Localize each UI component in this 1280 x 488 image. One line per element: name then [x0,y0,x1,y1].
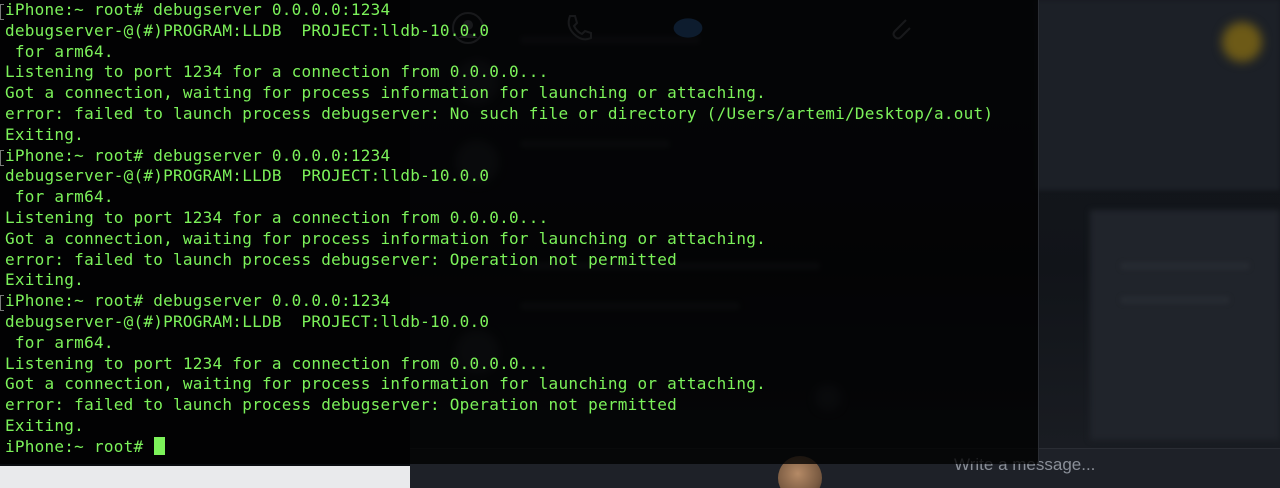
terminal-line: debugserver-@(#)PROGRAM:LLDB PROJECT:lld… [5,20,490,40]
terminal-line: Listening to port 1234 for a connection … [5,207,549,227]
terminal-line: iPhone:~ root# debugserver 0.0.0.0:1234 [5,0,391,19]
desktop-background [0,466,410,488]
terminal-line: Listening to port 1234 for a connection … [5,62,549,82]
terminal-line: debugserver-@(#)PROGRAM:LLDB PROJECT:lld… [5,311,490,331]
terminal-line: for arm64. [5,187,114,207]
terminal-line: for arm64. [5,41,114,61]
mark-bracket-icon [0,150,4,166]
terminal-line: Got a connection, waiting for process in… [5,374,766,394]
terminal-cursor [154,436,166,455]
background-panel [1090,210,1280,440]
terminal-prompt-line[interactable]: iPhone:~ root# [5,436,993,458]
mark-bracket-icon [0,295,4,311]
terminal-line: Exiting. [5,415,85,435]
terminal-line: Listening to port 1234 for a connection … [5,353,549,373]
terminal-line: Got a connection, waiting for process in… [5,228,766,248]
terminal-line: iPhone:~ root# debugserver 0.0.0.0:1234 [5,291,391,311]
terminal-line: for arm64. [5,332,114,352]
terminal-line: error: failed to launch process debugser… [5,249,678,269]
terminal-line: iPhone:~ root# debugserver 0.0.0.0:1234 [5,145,391,165]
background-text-line [1120,296,1230,304]
mark-bracket-icon [0,4,4,20]
terminal-line: Exiting. [5,270,85,290]
background-yellow-icon [1222,22,1262,62]
screen: Write a message... iPhone:~ root# debugs… [0,0,1280,488]
terminal-prompt: iPhone:~ root# [5,436,154,456]
terminal-window[interactable]: iPhone:~ root# debugserver 0.0.0.0:1234 … [0,0,1039,464]
background-text-line [1120,262,1250,270]
terminal-line: error: failed to launch process debugser… [5,395,678,415]
terminal-line: error: failed to launch process debugser… [5,103,994,123]
terminal-output: iPhone:~ root# debugserver 0.0.0.0:1234 … [5,0,993,458]
terminal-line: Exiting. [5,124,85,144]
terminal-line: Got a connection, waiting for process in… [5,83,766,103]
terminal-line: debugserver-@(#)PROGRAM:LLDB PROJECT:lld… [5,166,490,186]
